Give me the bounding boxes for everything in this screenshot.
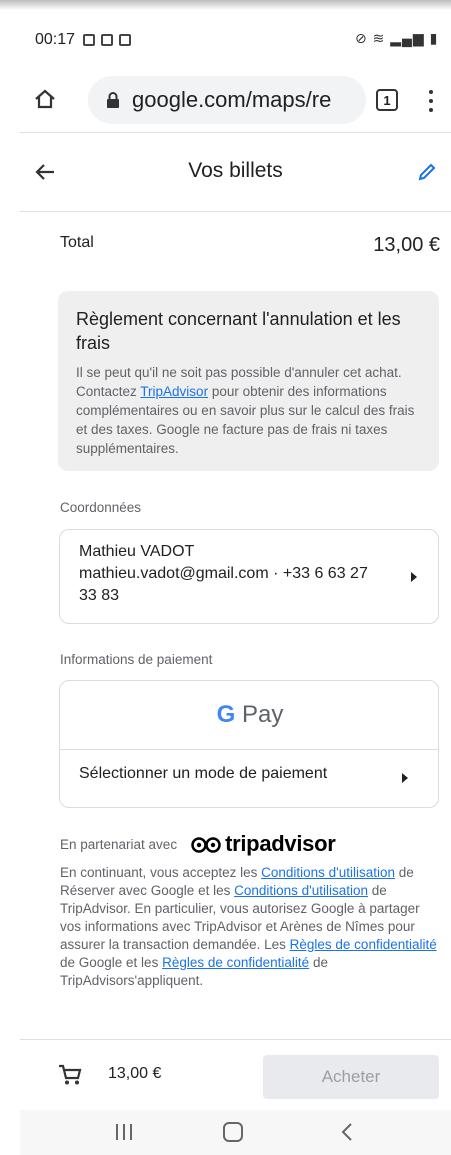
payment-card: G Pay Sélectionner un mode de paiement <box>59 680 439 808</box>
contact-details: mathieu.vadot@gmail.com · +33 6 63 27 33… <box>79 565 368 604</box>
gpay-label: Pay <box>241 701 284 728</box>
tab-switcher-icon[interactable]: 1 <box>376 89 398 111</box>
contact-section-label: Coordonnées <box>60 500 142 515</box>
checkout-bar: 13,00 € Acheter <box>20 1039 451 1110</box>
cart-icon <box>59 1064 82 1085</box>
google-g-logo: G <box>216 701 236 728</box>
url-text: google.com/maps/re <box>132 87 332 112</box>
terms-link-tripadvisor[interactable]: Conditions d'utilisation <box>234 883 368 898</box>
legal-text-part: En continuant, vous acceptez les <box>60 865 262 880</box>
privacy-link-tripadvisor[interactable]: Règles de confidentialité <box>162 955 309 970</box>
status-time: 00:17 <box>35 31 76 48</box>
tripadvisor-link[interactable]: TripAdvisor <box>140 384 208 399</box>
partner-row: En partenariat avec tripadvisor <box>60 831 336 857</box>
status-bar: 00:17 ⊘ ≋ ▂▄▆ ▮ <box>20 12 451 68</box>
select-payment-method[interactable]: Sélectionner un mode de paiement <box>79 765 327 783</box>
policy-text: Il se peut qu'il ne soit pas possible d'… <box>76 363 421 458</box>
photo-notification-icon <box>101 34 114 46</box>
privacy-link-google[interactable]: Règles de confidentialité <box>290 937 437 952</box>
signal-battery-icons: ⊘ ≋ ▂▄▆ ▮ <box>355 30 439 46</box>
home-icon[interactable] <box>34 88 56 110</box>
chevron-right-icon <box>411 572 417 582</box>
browser-toolbar: google.com/maps/re 1 <box>20 68 451 132</box>
legal-text-part: de Google et les <box>60 955 163 970</box>
more-menu-icon[interactable] <box>428 90 434 112</box>
system-nav-bar <box>20 1110 451 1155</box>
cancellation-policy-box: Règlement concernant l'annulation et les… <box>58 291 439 471</box>
legal-text: En continuant, vous acceptez les Conditi… <box>60 864 440 990</box>
cart-total: 13,00 € <box>108 1065 162 1082</box>
gallery-notification-icon <box>83 34 96 46</box>
total-value: 13,00 € <box>373 234 440 256</box>
total-label: Total <box>60 234 94 251</box>
app-notification-icon <box>119 34 132 46</box>
divider <box>60 749 438 750</box>
nav-back-icon[interactable] <box>340 1122 354 1142</box>
tripadvisor-owl-icon <box>191 837 221 853</box>
top-shadow <box>0 0 451 10</box>
payment-section-label: Informations de paiement <box>60 652 213 667</box>
recent-apps-icon[interactable] <box>116 1124 132 1140</box>
phone-screen: 00:17 ⊘ ≋ ▂▄▆ ▮ google.com/maps/re 1 Vos… <box>20 12 451 1155</box>
total-row: Total 13,00 € <box>60 234 440 257</box>
app-header: Vos billets <box>20 132 451 212</box>
page-title: Vos billets <box>188 159 283 182</box>
terms-link-google[interactable]: Conditions d'utilisation <box>261 865 395 880</box>
policy-title: Règlement concernant l'annulation et les… <box>76 309 401 353</box>
google-pay-button[interactable]: G Pay <box>60 701 440 729</box>
url-bar[interactable]: google.com/maps/re <box>88 76 366 124</box>
chevron-right-icon <box>402 773 408 783</box>
buy-button[interactable]: Acheter <box>263 1055 439 1099</box>
contact-card[interactable]: Mathieu VADOT mathieu.vadot@gmail.com · … <box>59 529 439 624</box>
contact-name: Mathieu VADOT <box>79 543 195 560</box>
partner-label: En partenariat avec <box>60 836 178 852</box>
home-button-icon[interactable] <box>223 1122 243 1142</box>
lock-icon <box>107 92 119 108</box>
tripadvisor-logo: tripadvisor <box>225 831 336 856</box>
edit-pencil-icon[interactable] <box>416 161 438 183</box>
